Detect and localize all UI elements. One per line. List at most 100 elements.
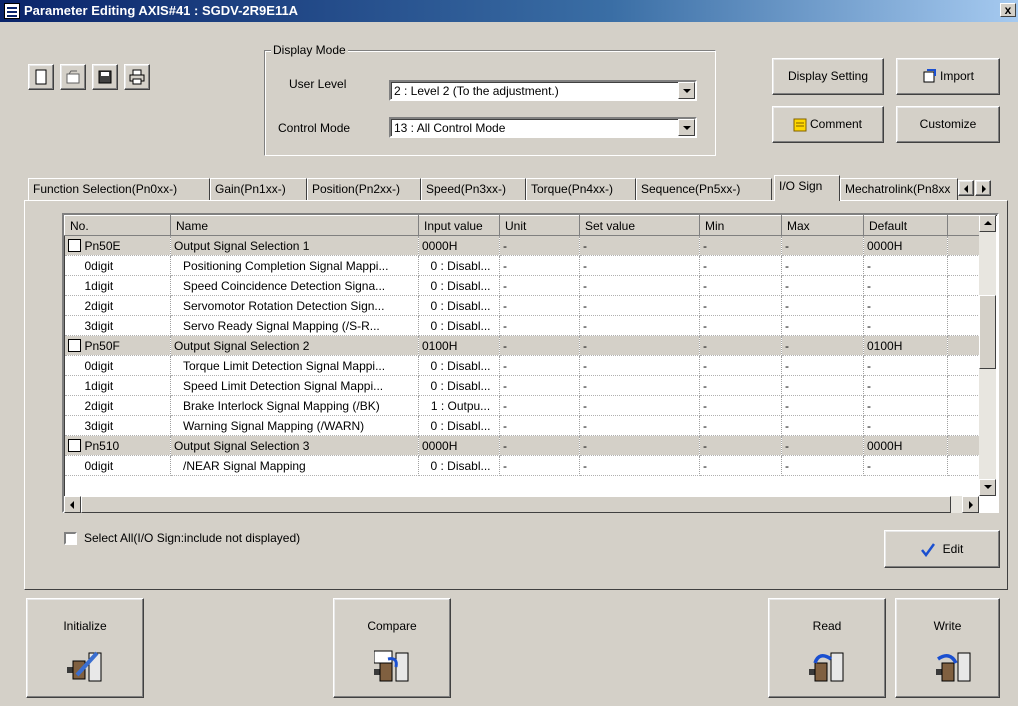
vertical-scroll-thumb[interactable] [979,295,996,369]
print-button[interactable] [124,64,150,90]
cell-min: - [699,235,782,256]
cell-unit: - [499,455,580,476]
cell-set-value: - [579,435,700,456]
cell-set-value: - [579,355,700,376]
cell-input-value[interactable]: 0 : Disabl... [418,415,500,436]
table-row[interactable]: 3digit Warning Signal Mapping (/WARN) 0 : … [64,415,988,436]
write-button[interactable]: Write [895,598,1000,698]
tab-position[interactable]: Position(Pn2xx-) [307,178,421,200]
cell-input-value[interactable]: 0100H [418,335,500,356]
import-button[interactable]: Import [896,58,1000,95]
arrow-right-icon [982,185,986,193]
chevron-down-icon[interactable] [678,82,695,99]
cell-unit: - [499,335,580,356]
scroll-down-button[interactable] [979,479,996,496]
initialize-button[interactable]: Initialize [26,598,144,698]
select-all-checkbox[interactable] [64,532,77,545]
row-checkbox[interactable] [67,338,81,352]
edit-button[interactable]: Edit [884,530,1000,568]
cell-input-value[interactable]: 0 : Disabl... [418,255,500,276]
cell-input-value[interactable]: 0 : Disabl... [418,375,500,396]
cell-no: Pn50E [64,235,171,256]
table-row[interactable]: 0digit/NEAR Signal Mapping 0 : Disabl... -… [64,455,988,476]
cell-default: 0000H [863,435,948,456]
open-button[interactable] [60,64,86,90]
table-row[interactable]: 2digit Brake Interlock Signal Mapping (/B… [64,395,988,416]
control-mode-label: Control Mode [278,121,351,135]
edit-label: Edit [942,542,964,556]
scroll-left-button[interactable] [64,496,81,513]
cell-input-value[interactable]: 0000H [418,435,500,456]
close-button[interactable]: x [1000,3,1016,17]
cell-unit: - [499,435,580,456]
col-set-value[interactable]: Set value [579,215,700,236]
horizontal-scrollbar[interactable] [64,496,979,513]
tab-torque[interactable]: Torque(Pn4xx-) [526,178,636,200]
cell-input-value[interactable]: 0 : Disabl... [418,355,500,376]
user-level-label: User Level [289,77,347,91]
table-row[interactable]: 0digit Torque Limit Detection Signal Mapp… [64,355,988,376]
parameter-table[interactable]: No. Name Input value Unit Set value Min … [62,213,999,513]
tab-io-sign[interactable]: I/O Sign [774,175,840,201]
save-button[interactable] [92,64,118,90]
col-default[interactable]: Default [863,215,948,236]
read-icon [809,652,844,682]
col-min[interactable]: Min [699,215,782,236]
chevron-down-icon[interactable] [678,119,695,136]
cell-input-value[interactable]: 0 : Disabl... [418,295,500,316]
col-unit[interactable]: Unit [499,215,580,236]
cell-input-value[interactable]: 0 : Disabl... [418,315,500,336]
row-checkbox[interactable] [67,438,81,452]
cell-no: 1digit [64,375,171,396]
col-max[interactable]: Max [781,215,864,236]
cell-unit: - [499,395,580,416]
control-mode-select[interactable]: 13 : All Control Mode [389,117,697,138]
col-input-value[interactable]: Input value [418,215,500,236]
cell-default: 0100H [863,335,948,356]
cell-default: - [863,375,948,396]
table-row[interactable]: 1digit Speed Limit Detection Signal Mappi… [64,375,988,396]
tab-function-selection[interactable]: Function Selection(Pn0xx-) [28,178,210,200]
user-level-select[interactable]: 2 : Level 2 (To the adjustment.) [389,80,697,101]
read-button[interactable]: Read [768,598,886,698]
tab-gain[interactable]: Gain(Pn1xx-) [210,178,307,200]
table-row[interactable]: Pn510 Output Signal Selection 3 0000H - - - -0… [64,435,988,456]
scroll-right-button[interactable] [962,496,979,513]
col-no[interactable]: No. [64,215,171,236]
cell-input-value[interactable]: 0000H [418,235,500,256]
cell-no: 3digit [64,415,171,436]
checkmark-icon [921,543,935,557]
cell-unit: - [499,275,580,296]
table-row[interactable]: 0digit Positioning Completion Signal Mapp… [64,255,988,276]
tab-speed[interactable]: Speed(Pn3xx-) [421,178,526,200]
tab-scroll-left-button[interactable] [958,180,974,196]
tab-sequence[interactable]: Sequence(Pn5xx-) [636,178,772,200]
compare-label: Compare [367,619,417,633]
cell-unit: - [499,295,580,316]
table-row[interactable]: 2digit Servomotor Rotation Detection Sign… [64,295,988,316]
display-setting-button[interactable]: Display Setting [772,58,884,95]
compare-button[interactable]: Compare [333,598,451,698]
horizontal-scroll-thumb[interactable] [81,496,951,513]
vertical-scrollbar[interactable] [979,215,996,496]
cell-no: 3digit [64,315,171,336]
tab-mechatrolink[interactable]: Mechatrolink(Pn8xx [840,178,958,200]
print-icon [129,69,145,85]
scroll-up-button[interactable] [979,215,996,232]
import-icon [923,69,936,83]
cell-no: Pn50F [64,335,171,356]
cell-input-value[interactable]: 0 : Disabl... [418,455,500,476]
cell-input-value[interactable]: 1 : Outpu... [418,395,500,416]
table-row[interactable]: 3digit Servo Ready Signal Mapping (/S-R..… [64,315,988,336]
row-checkbox[interactable] [67,238,81,252]
table-row[interactable]: Pn50E Output Signal Selection 1 0000H - - - -0… [64,235,988,256]
table-row[interactable]: Pn50F Output Signal Selection 2 0100H - - - -0… [64,335,988,356]
cell-input-value[interactable]: 0 : Disabl... [418,275,500,296]
table-row[interactable]: 1digit Speed Coincidence Detection Signa.… [64,275,988,296]
comment-button[interactable]: Comment [772,106,884,143]
tab-scroll-right-button[interactable] [975,180,991,196]
new-button[interactable] [28,64,54,90]
col-name[interactable]: Name [170,215,419,236]
customize-button[interactable]: Customize [896,106,1000,143]
arrow-up-icon [984,221,992,225]
